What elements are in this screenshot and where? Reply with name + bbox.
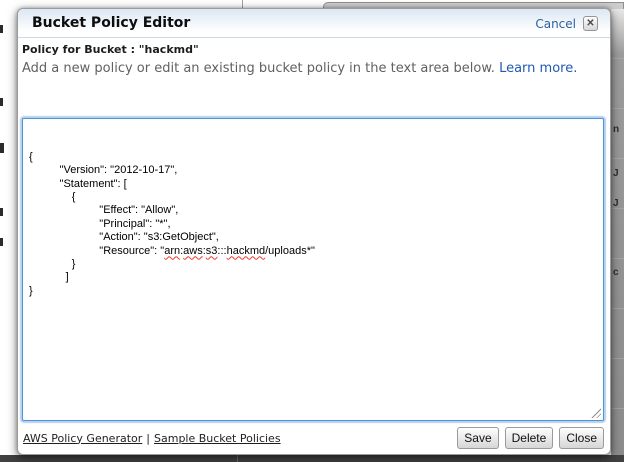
bucket-policy-editor-dialog: Bucket Policy Editor Cancel ✕ Policy for… bbox=[17, 8, 611, 455]
description-main: Add a new policy or edit an existing buc… bbox=[22, 61, 495, 76]
background-text-fragment bbox=[0, 208, 3, 216]
save-button[interactable]: Save bbox=[457, 427, 498, 449]
dialog-title: Bucket Policy Editor bbox=[32, 15, 190, 32]
description-text: Add a new policy or edit an existing buc… bbox=[22, 61, 604, 77]
background-row-lines bbox=[611, 9, 624, 462]
background-right-strip: n J J c bbox=[611, 9, 624, 462]
dialog-body: Policy for Bucket : "hackmd" Add a new p… bbox=[18, 43, 610, 449]
close-icon[interactable]: ✕ bbox=[583, 16, 598, 31]
aws-policy-generator-link[interactable]: AWS Policy Generator bbox=[23, 432, 142, 445]
background-text-fragment bbox=[0, 143, 4, 153]
policy-json-text: { "Version": "2012-10-17", "Statement": … bbox=[29, 151, 597, 298]
dialog-header: Bucket Policy Editor Cancel ✕ bbox=[18, 9, 610, 38]
resize-handle-icon[interactable] bbox=[591, 408, 601, 418]
button-row: Save Delete Close bbox=[457, 427, 604, 449]
background-text-fragment bbox=[0, 98, 3, 106]
background-text-fragment bbox=[0, 25, 3, 33]
close-button[interactable]: Close bbox=[559, 427, 604, 449]
footer-links: AWS Policy Generator | Sample Bucket Polic… bbox=[22, 432, 281, 445]
delete-button[interactable]: Delete bbox=[505, 427, 554, 449]
sample-bucket-policies-link[interactable]: Sample Bucket Policies bbox=[154, 432, 281, 445]
header-actions: Cancel ✕ bbox=[535, 16, 598, 31]
background-divider-line bbox=[237, 455, 238, 462]
link-separator: | bbox=[146, 432, 150, 445]
dialog-footer: AWS Policy Generator | Sample Bucket Polic… bbox=[22, 427, 604, 449]
learn-more-link[interactable]: Learn more. bbox=[499, 61, 577, 76]
cancel-link[interactable]: Cancel bbox=[535, 17, 576, 31]
background-text-fragment: c bbox=[613, 267, 619, 278]
policy-for-bucket-label: Policy for Bucket : "hackmd" bbox=[22, 43, 604, 56]
policy-editor-textarea[interactable]: { "Version": "2012-10-17", "Statement": … bbox=[22, 118, 604, 421]
background-text-fragment: n bbox=[613, 124, 619, 135]
background-bottom-band bbox=[0, 455, 624, 462]
background-text-fragment: J bbox=[613, 168, 619, 179]
background-text-fragment: J bbox=[613, 198, 619, 209]
background-text-fragment bbox=[0, 238, 3, 246]
